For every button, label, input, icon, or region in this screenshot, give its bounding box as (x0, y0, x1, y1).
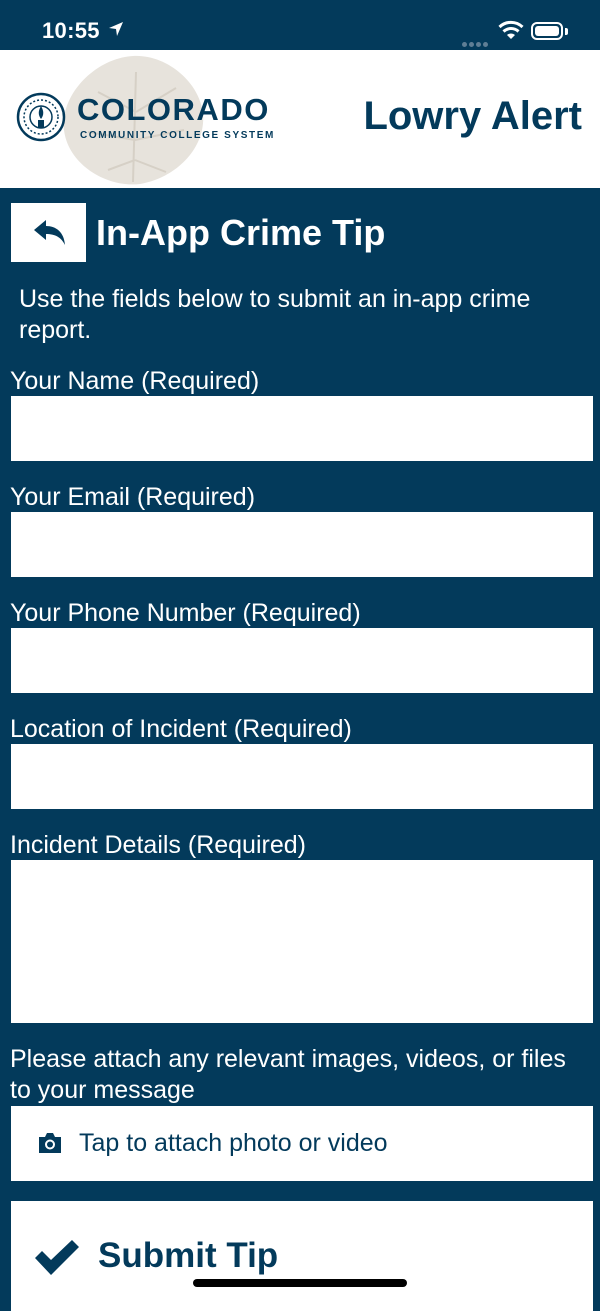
back-button[interactable] (11, 203, 86, 262)
attach-media-label: Tap to attach photo or video (79, 1129, 388, 1157)
phone-input[interactable] (11, 628, 593, 693)
email-input[interactable] (11, 512, 593, 577)
checkmark-icon (35, 1240, 79, 1275)
app-header: COLORADO COMMUNITY COLLEGE SYSTEM Lowry … (0, 50, 600, 188)
intro-text: Use the fields below to submit an in-app… (19, 285, 531, 344)
status-time: 10:55 (42, 18, 100, 43)
phone-label: Your Phone Number (Required) (10, 599, 361, 627)
back-arrow-icon (33, 219, 65, 245)
attach-prompt: Please attach any relevant images, video… (10, 1045, 566, 1104)
location-label: Location of Incident (Required) (10, 715, 352, 743)
details-textarea[interactable] (11, 860, 593, 1023)
brand-title: COLORADO (77, 92, 270, 127)
location-arrow-icon (109, 22, 123, 36)
battery-tip (565, 28, 568, 35)
name-label: Your Name (Required) (10, 367, 260, 395)
page-title: In-App Crime Tip (96, 212, 386, 253)
brand-subtitle: COMMUNITY COLLEGE SYSTEM (80, 130, 275, 141)
email-label: Your Email (Required) (10, 483, 256, 511)
status-bar: 10:55 (0, 0, 600, 50)
battery-icon (531, 22, 563, 40)
home-indicator[interactable] (193, 1279, 407, 1287)
wifi-icon (498, 20, 524, 39)
name-input[interactable] (11, 396, 593, 461)
submit-tip-label: Submit Tip (98, 1236, 279, 1275)
location-input[interactable] (11, 744, 593, 809)
details-label: Incident Details (Required) (10, 831, 306, 859)
attach-media-button[interactable]: Tap to attach photo or video (11, 1106, 593, 1181)
camera-icon (39, 1133, 61, 1153)
submit-tip-button[interactable]: Submit Tip (11, 1201, 593, 1311)
college-seal-icon (16, 92, 66, 142)
app-title: Lowry Alert (363, 94, 582, 138)
